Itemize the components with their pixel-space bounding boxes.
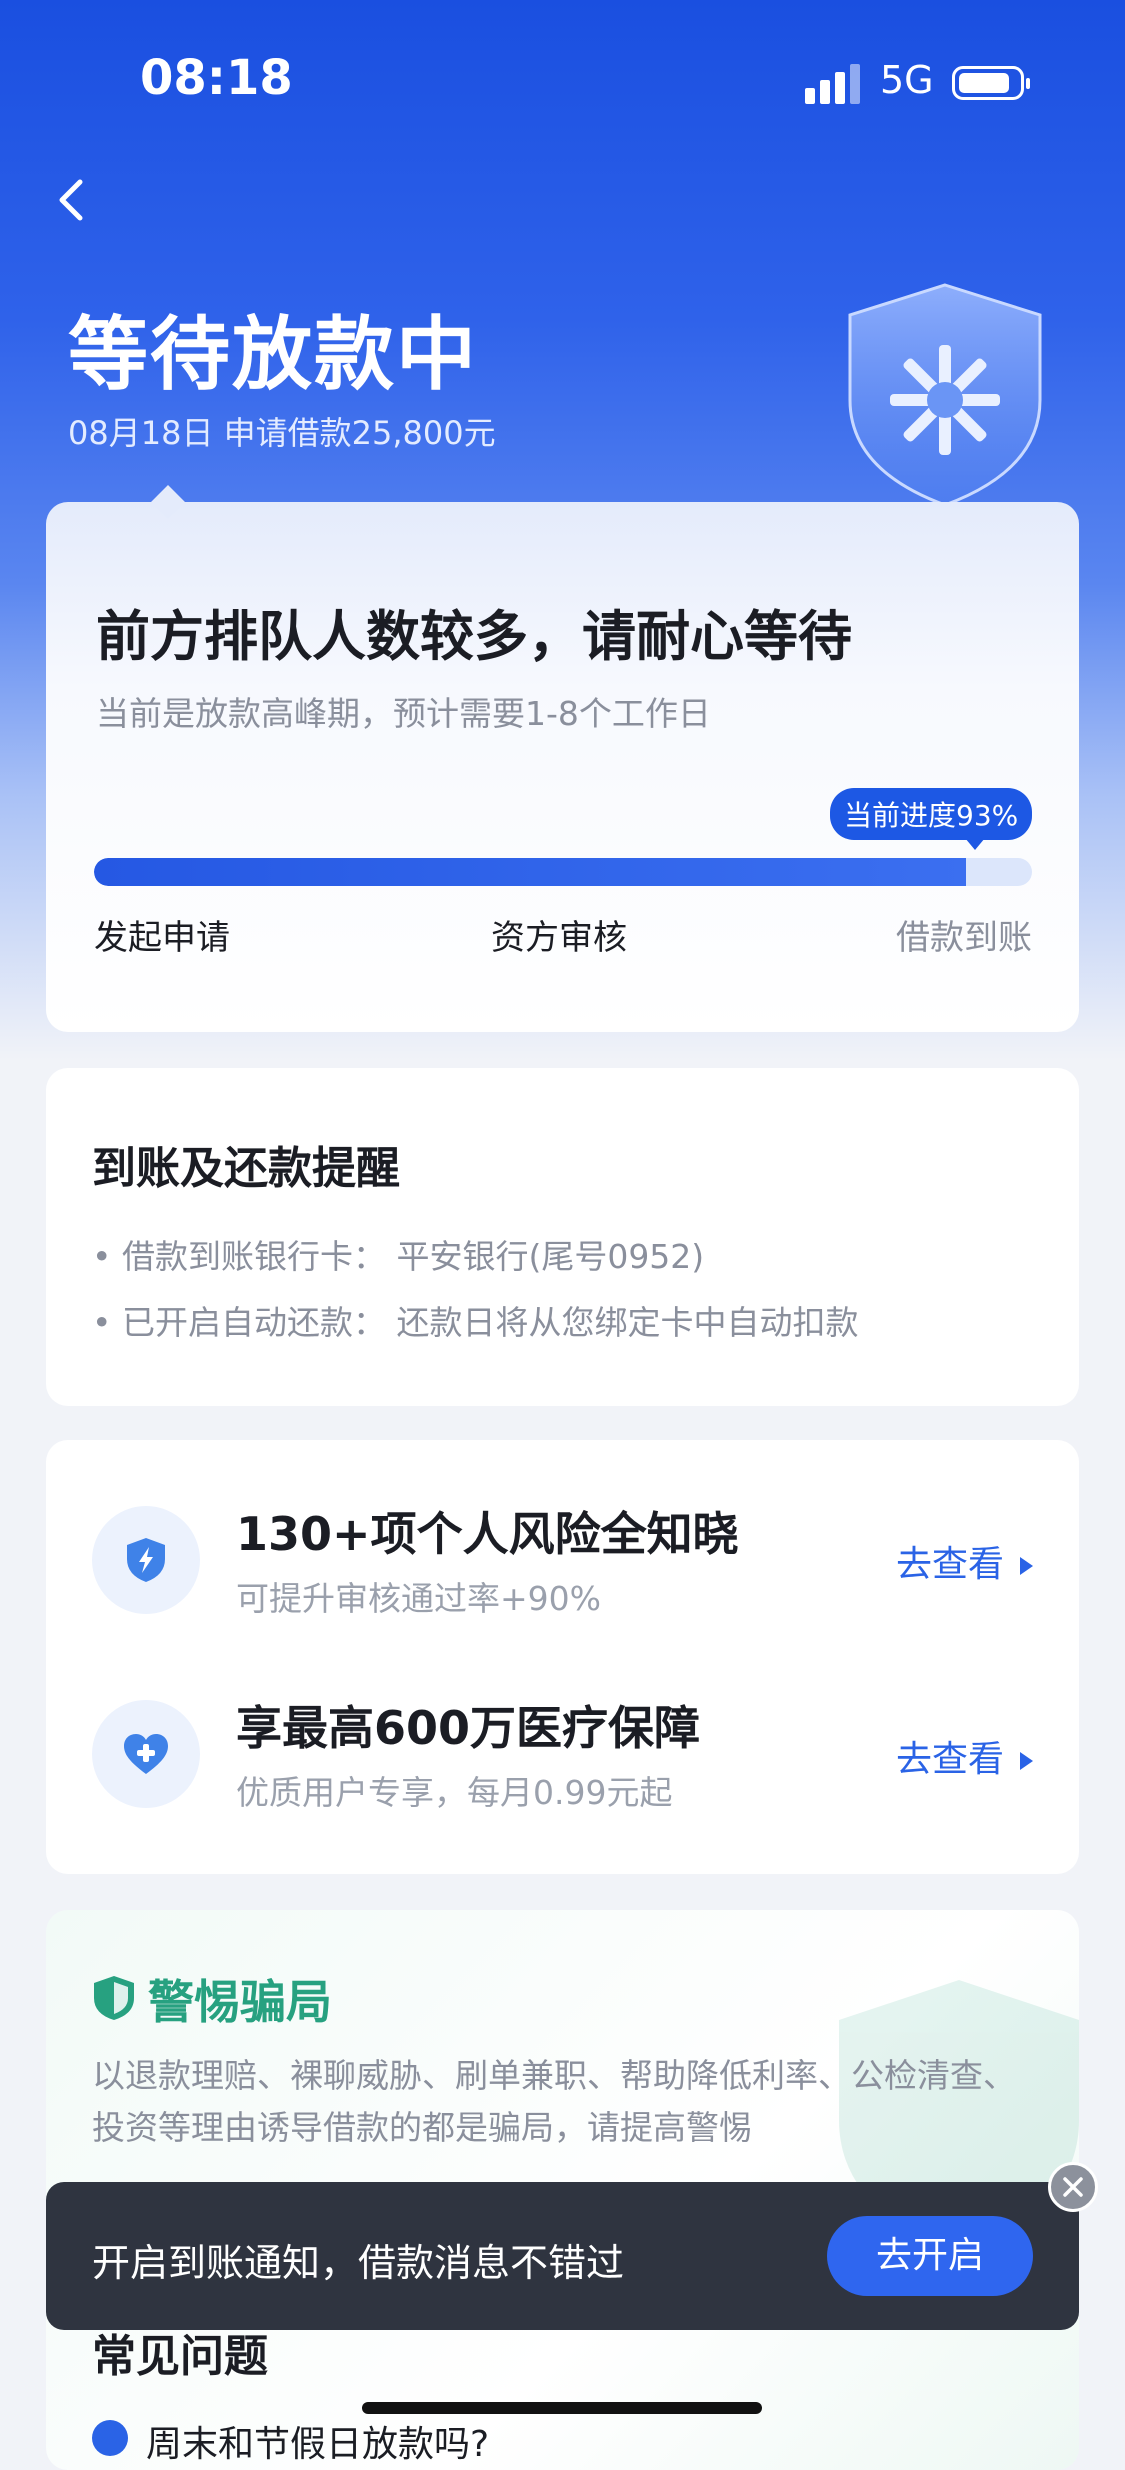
- fraud-warning-text: 以退款理赔、裸聊威胁、刷单兼职、帮助降低利率、公检清查、投资等理由诱导借款的都是…: [92, 2056, 1016, 2147]
- notification-toast: 开启到账通知，借款消息不错过 去开启: [46, 2182, 1079, 2330]
- close-icon: [1063, 2177, 1083, 2197]
- reminder-auto-repay: • 已开启自动还款： 还款日将从您绑定卡中自动扣款: [92, 1303, 859, 1342]
- fraud-warning-title: 警惕骗局: [148, 1975, 332, 2029]
- progress-title: 前方排队人数较多，请耐心等待: [96, 605, 852, 668]
- risk-service-icon: [92, 1506, 200, 1614]
- faq-question[interactable]: 周末和节假日放款吗?: [146, 2415, 489, 2467]
- progress-card: 前方排队人数较多，请耐心等待 当前是放款高峰期，预计需要1-8个工作日 当前进度…: [46, 485, 1079, 1032]
- status-time: 08:18: [140, 50, 293, 106]
- reminder-title: 到账及还款提醒: [92, 1143, 400, 1194]
- step-review: 资方审核: [491, 918, 627, 958]
- shield-check-icon: [94, 1976, 134, 2020]
- brand-shield-icon: [848, 283, 1042, 507]
- progress-badge: 当前进度93%: [830, 788, 1033, 850]
- progress-track: [94, 858, 1032, 886]
- medical-service-title: 享最高600万医疗保障: [236, 1701, 701, 1755]
- home-indicator[interactable]: [362, 2402, 762, 2414]
- page-title: 等待放款中: [68, 308, 478, 401]
- medical-service-icon: [92, 1700, 200, 1808]
- medical-service-link[interactable]: 去查看: [896, 1730, 1033, 1782]
- toast-close-button[interactable]: [1048, 2162, 1098, 2212]
- heart-plus-icon: [124, 1734, 168, 1774]
- battery-icon: [952, 66, 1030, 100]
- page-subtitle: 08月18日 申请借款25,800元: [68, 414, 496, 452]
- step-received: 借款到账: [896, 918, 1032, 958]
- chevron-left-icon: [59, 179, 83, 221]
- medical-service-subtitle: 优质用户专享，每月0.99元起: [236, 1773, 673, 1812]
- question-icon: [92, 2420, 128, 2456]
- signal-icon: [805, 62, 865, 104]
- reminder-card: 到账及还款提醒 • 借款到账银行卡： 平安银行(尾号0952) • 已开启自动还…: [46, 1068, 1079, 1406]
- risk-service-subtitle: 可提升审核通过率+90%: [236, 1579, 601, 1618]
- services-card: 130+项个人风险全知晓 可提升审核通过率+90% 去查看 享最高600万医疗保…: [46, 1440, 1079, 1874]
- risk-service-link[interactable]: 去查看: [896, 1535, 1033, 1587]
- toast-text: 开启到账通知，借款消息不错过: [92, 2241, 625, 2285]
- progress-fill: [94, 858, 967, 886]
- reminder-bank-card: • 借款到账银行卡： 平安银行(尾号0952): [92, 1237, 705, 1276]
- back-button[interactable]: [42, 170, 102, 230]
- step-apply: 发起申请: [94, 918, 230, 958]
- network-type: 5G: [880, 58, 934, 102]
- enable-notification-button[interactable]: 去开启: [827, 2216, 1033, 2296]
- lightning-shield-icon: [127, 1538, 165, 1582]
- risk-service-title: 130+项个人风险全知晓: [236, 1507, 739, 1561]
- progress-subtitle: 当前是放款高峰期，预计需要1-8个工作日: [96, 694, 711, 733]
